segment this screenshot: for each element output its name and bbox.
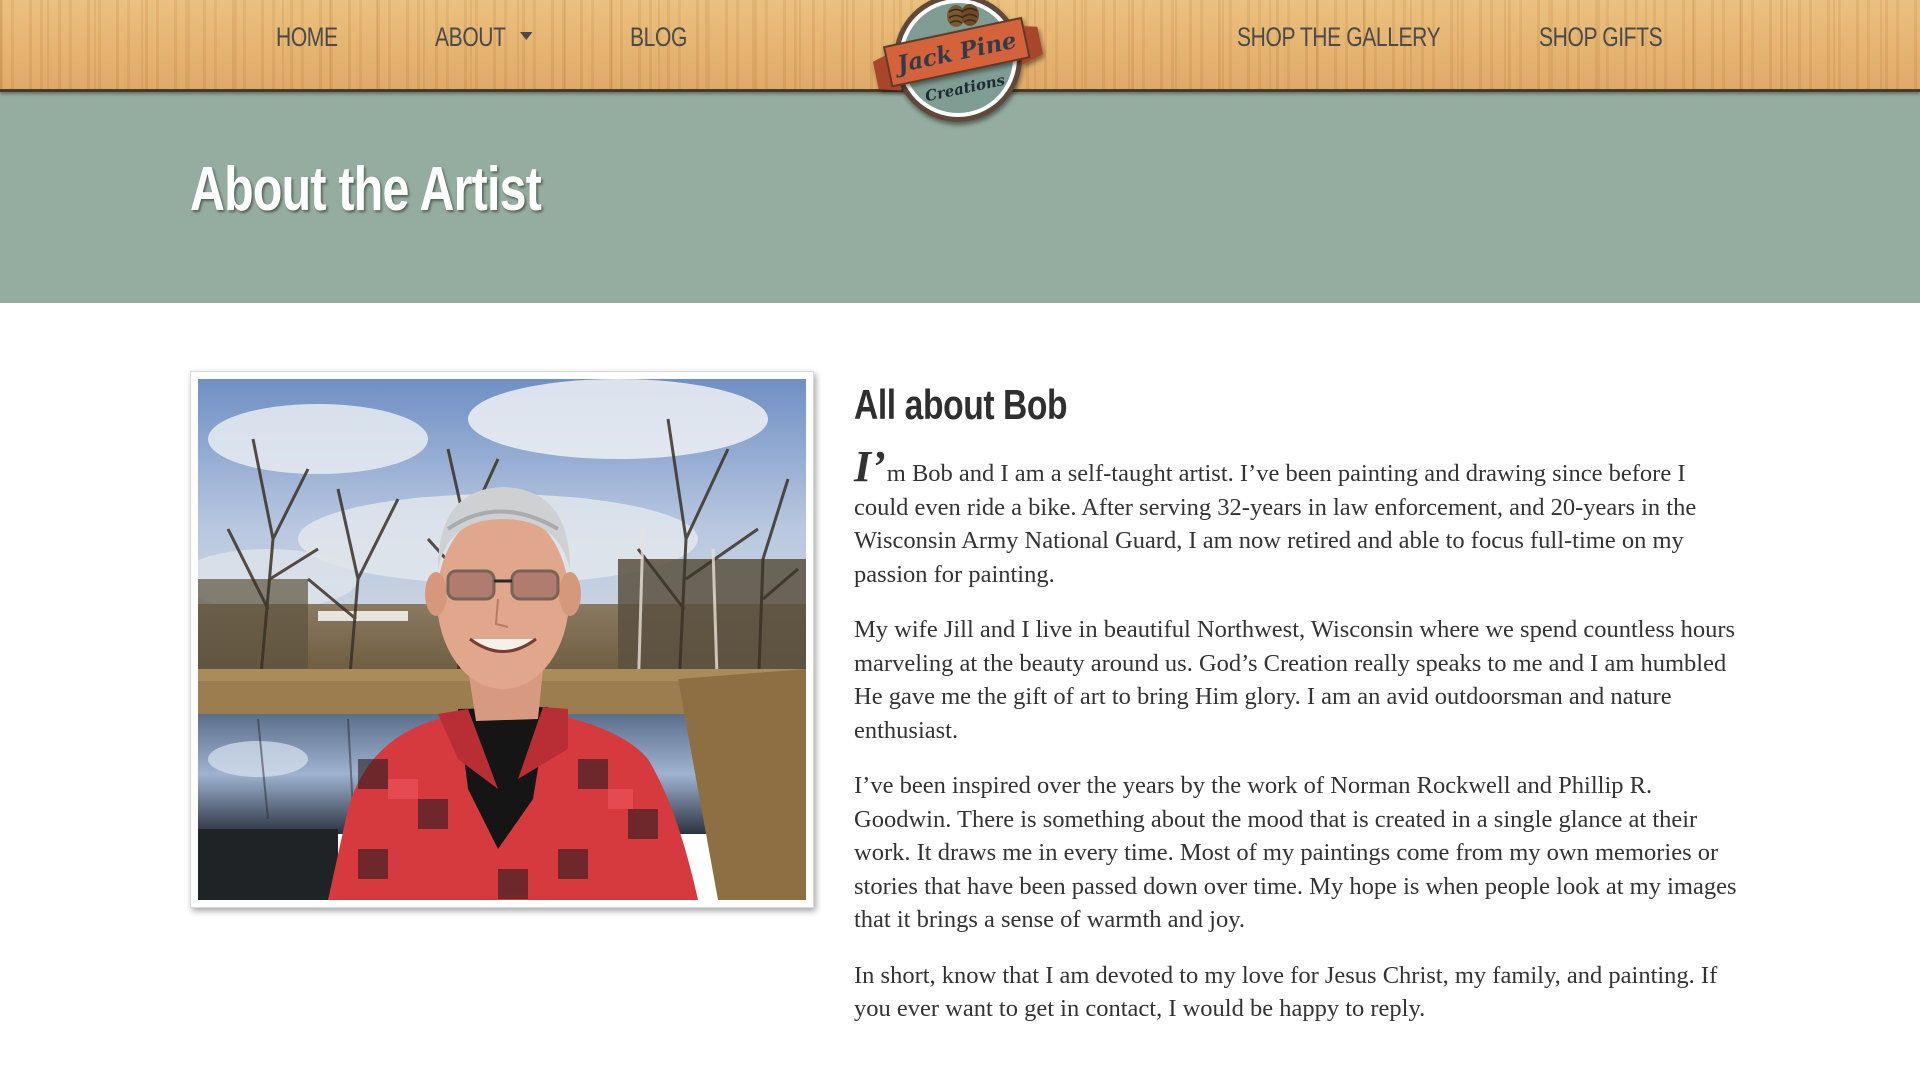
logo-graphic: Jack Pine Creations (872, 0, 1044, 122)
page-title: About the Artist (190, 155, 542, 224)
bio-paragraph-4: In short, know that I am devoted to my l… (854, 961, 1718, 1023)
site-logo[interactable]: Jack Pine Creations (866, 0, 1046, 131)
nav-shop-gifts-link[interactable]: SHOP GIFTS (1539, 17, 1663, 57)
artist-photo-frame (190, 371, 814, 908)
nav-home-link[interactable]: HOME (276, 17, 338, 57)
bio-paragraph-1: I’m Bob and I am a self-taught artist. I… (854, 445, 1744, 591)
nav-shop-gallery-link[interactable]: SHOP THE GALLERY (1237, 17, 1441, 57)
bio-paragraph-1-text: m Bob and I am a self-taught artist. I’v… (854, 460, 1697, 588)
chevron-down-icon (519, 31, 533, 40)
nav-about-label: ABOUT (435, 22, 506, 52)
section-heading: All about Bob (854, 381, 1068, 428)
bio-paragraph-2: My wife Jill and I live in beautiful Nor… (854, 616, 1736, 744)
artist-photo (198, 379, 806, 900)
drop-cap: I’ (854, 442, 886, 491)
nav-about-link[interactable]: ABOUT (435, 17, 533, 57)
bio-paragraph-3: I’ve been inspired over the years by the… (854, 772, 1737, 933)
nav-blog-link[interactable]: BLOG (630, 17, 687, 57)
about-content: All about Bob I’m Bob and I am a self-ta… (854, 378, 1744, 1048)
